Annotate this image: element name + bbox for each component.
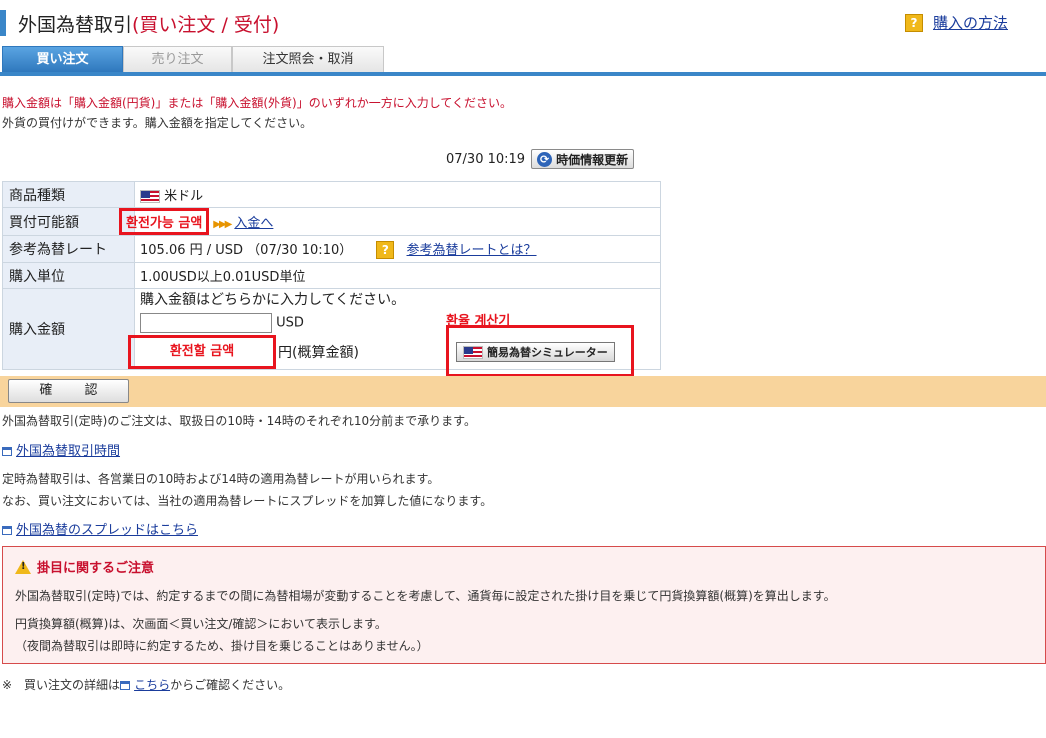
how-to-purchase-link[interactable]: 購入の方法 — [933, 12, 1008, 33]
purchase-amount-instruction: 購入金額はどちらかに入力してください。 — [140, 292, 406, 308]
caution-line-1: 外国為替取引(定時)では、約定するまでの間に為替相場が変動することを考慮して、通… — [15, 589, 836, 603]
fx-simulator-button[interactable]: 簡易為替シミュレーター — [456, 342, 615, 362]
table-row: 買付可能額 환전가능 금액 ▶▶▶ 入金へ — [2, 207, 661, 236]
caution-line-3: （夜間為替取引は即時に約定するため、掛け目を乗じることはありません。） — [15, 639, 429, 653]
refresh-button-label: 時価情報更新 — [556, 152, 629, 167]
product-type-label: 商品種類 — [2, 181, 135, 208]
tab-sell-order[interactable]: 売り注文 — [123, 46, 232, 72]
jpy-amount-annotation[interactable]: 환전할 금액 — [128, 335, 276, 369]
confirm-button[interactable]: 確 認 — [8, 379, 129, 403]
page-header: 外国為替取引(買い注文 / 受付) ? 購入の方法 — [0, 6, 1046, 38]
footnote: ※ 買い注文の詳細は こちらからご確認ください。 — [2, 676, 290, 693]
footnote-prefix: ※ 買い注文の詳細は — [2, 678, 121, 692]
purchase-unit-value: 1.00USD以上0.01USD単位 — [134, 262, 661, 289]
simulator-button-wrap: 簡易為替シミュレーター — [456, 342, 615, 362]
reference-rate-cell: 105.06 円 / USD （07/30 10:10） ? 参考為替レートとは… — [134, 235, 661, 263]
question-icon: ? — [904, 13, 923, 32]
tab-order-inquiry[interactable]: 注文照会・取消 — [232, 46, 384, 72]
table-row: 商品種類 米ドル — [2, 181, 661, 208]
confirm-bar: 確 認 — [0, 376, 1046, 407]
available-amount-label: 買付可能額 — [2, 207, 135, 236]
reference-rate-label: 参考為替レート — [2, 235, 135, 263]
page-title-main: 外国為替取引 — [18, 14, 133, 36]
usd-amount-input[interactable] — [140, 313, 272, 333]
product-type-value: 米ドル — [164, 189, 204, 204]
us-flag-icon — [140, 190, 160, 203]
deposit-link[interactable]: 入金へ — [234, 216, 273, 231]
trading-hours-link-row[interactable]: 外国為替取引時間 — [2, 440, 120, 459]
refresh-rate-button[interactable]: ⟳ 時価情報更新 — [531, 149, 635, 169]
new-window-icon — [120, 681, 131, 690]
spread-link[interactable]: 外国為替のスプレッドはこちら — [16, 523, 198, 538]
table-row: 購入単位 1.00USD以上0.01USD単位 — [2, 262, 661, 289]
help-link-group[interactable]: ? 購入の方法 — [904, 12, 1008, 33]
spread-link-row[interactable]: 外国為替のスプレッドはこちら — [2, 519, 198, 538]
rate-info-text: 定時為替取引は、各営業日の10時および14時の適用為替レートが用いられます。 — [2, 472, 440, 486]
refresh-icon: ⟳ — [537, 151, 553, 167]
triple-arrow-icon: ▶▶▶ — [213, 219, 232, 230]
tab-buy-order[interactable]: 買い注文 — [2, 46, 123, 72]
caution-title-text: 掛目に関するご注意 — [37, 561, 155, 576]
available-amount-annotation: 환전가능 금액 — [119, 208, 210, 235]
details-link[interactable]: こちら — [134, 678, 170, 692]
usd-unit-label: USD — [276, 315, 304, 331]
jpy-unit-label: 円(概算金額) — [278, 345, 359, 361]
reference-rate-help-link[interactable]: 参考為替レートとは？ — [407, 243, 537, 258]
product-type-cell: 米ドル — [134, 181, 661, 208]
purchase-amount-label: 購入金額 — [2, 288, 135, 370]
caution-box: 掛目に関するご注意 外国為替取引(定時)では、約定するまでの間に為替相場が変動す… — [2, 546, 1046, 664]
order-deadline-text: 外国為替取引(定時)のご注文は、取扱日の10時・14時のそれぞれ10分前まで承り… — [2, 414, 476, 428]
rate-timestamp: 07/30 10:19 — [446, 151, 526, 167]
spread-info-text: なお、買い注文においては、当社の適用為替レートにスプレッドを加算した値になります… — [2, 494, 493, 508]
reference-rate-value: 105.06 円 / USD （07/30 10:10） — [140, 242, 353, 258]
page-title-sub: (買い注文 / 受付) — [132, 14, 280, 36]
rate-refresh-row: 07/30 10:19 ⟳ 時価情報更新 — [446, 149, 635, 169]
warning-icon — [15, 559, 31, 574]
order-tabs: 買い注文 売り注文 注文照会・取消 — [0, 46, 1046, 76]
caution-line-2: 円貨換算額(概算)は、次画面＜買い注文/確認＞において表示します。 — [15, 617, 387, 631]
new-window-icon — [2, 447, 12, 456]
purchase-unit-label: 購入単位 — [2, 262, 135, 289]
table-row: 参考為替レート 105.06 円 / USD （07/30 10:10） ? 参… — [2, 235, 661, 263]
question-icon: ? — [376, 241, 395, 260]
trading-hours-link[interactable]: 外国為替取引時間 — [16, 444, 120, 459]
caution-title: 掛目に関するご注意 — [15, 557, 154, 576]
available-amount-cell: 환전가능 금액 ▶▶▶ 入金へ — [119, 207, 661, 236]
input-instruction-red: 購入金額は「購入金額(円貨)」または「購入金額(外貨)」のいずれか一方に入力して… — [2, 96, 513, 110]
footnote-suffix: からご確認ください。 — [170, 678, 291, 692]
title-accent-bar — [0, 10, 6, 36]
page-title: 外国為替取引(買い注文 / 受付) — [18, 10, 279, 37]
input-instruction: 外貨の買付けができます。購入金額を指定してください。 — [2, 116, 313, 130]
simulator-button-label: 簡易為替シミュレーター — [487, 346, 608, 359]
us-flag-icon — [463, 345, 483, 359]
new-window-icon — [2, 526, 12, 535]
